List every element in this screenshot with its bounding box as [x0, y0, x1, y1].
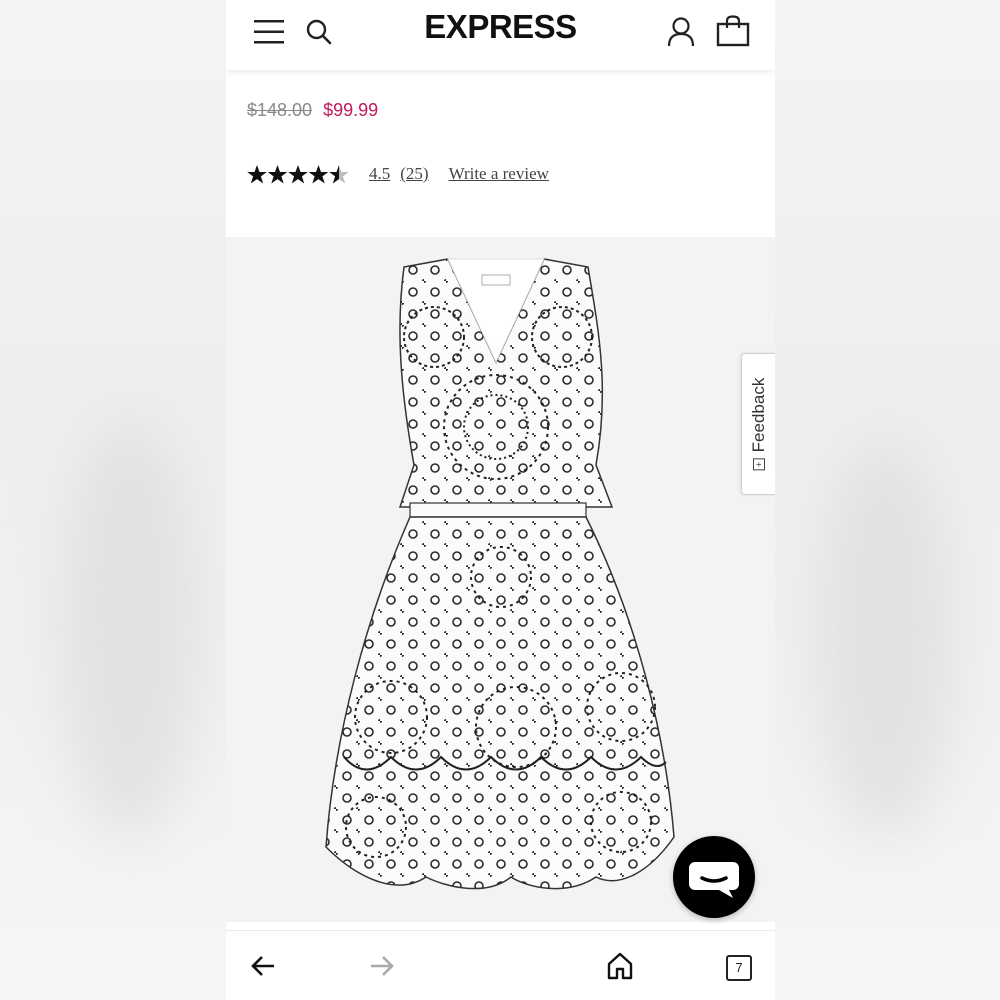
- backdrop-left: [0, 0, 226, 1000]
- back-arrow-icon[interactable]: [250, 955, 276, 977]
- star-icon: [247, 165, 267, 184]
- dress-illustration: [325, 258, 675, 890]
- original-price: $148.00: [247, 100, 313, 120]
- price-row: $148.00 $99.99: [247, 100, 378, 121]
- write-review-link[interactable]: Write a review: [449, 164, 549, 184]
- feedback-tab[interactable]: + Feedback: [741, 353, 775, 495]
- product-image[interactable]: [226, 237, 775, 922]
- tabs-icon[interactable]: 7: [726, 955, 752, 981]
- sale-price: $99.99: [323, 100, 379, 120]
- shopping-bag-icon[interactable]: [716, 15, 750, 47]
- review-count-link[interactable]: (25): [400, 164, 428, 184]
- star-rating: [247, 165, 349, 184]
- rating-value-link[interactable]: 4.5: [369, 164, 390, 184]
- feedback-label: Feedback: [749, 377, 768, 453]
- chat-button[interactable]: [673, 836, 755, 918]
- browser-toolbar: 7: [226, 930, 775, 1000]
- rating-row: 4.5 (25) Write a review: [247, 162, 549, 186]
- star-icon: [288, 165, 308, 184]
- site-header: EXPRESS: [226, 0, 775, 70]
- feedback-icon: +: [753, 458, 765, 471]
- star-icon: [308, 165, 329, 184]
- half-star-icon: [329, 165, 349, 184]
- forward-arrow-icon[interactable]: [369, 955, 395, 977]
- home-icon[interactable]: [607, 952, 633, 980]
- account-icon[interactable]: [667, 17, 695, 47]
- backdrop-right: [775, 0, 1000, 1000]
- mobile-page: EXPRESS $148.00 $99.99 4.5 (25) Write a …: [226, 0, 775, 1000]
- star-icon: [267, 165, 288, 184]
- chat-bubble-icon: [689, 862, 739, 898]
